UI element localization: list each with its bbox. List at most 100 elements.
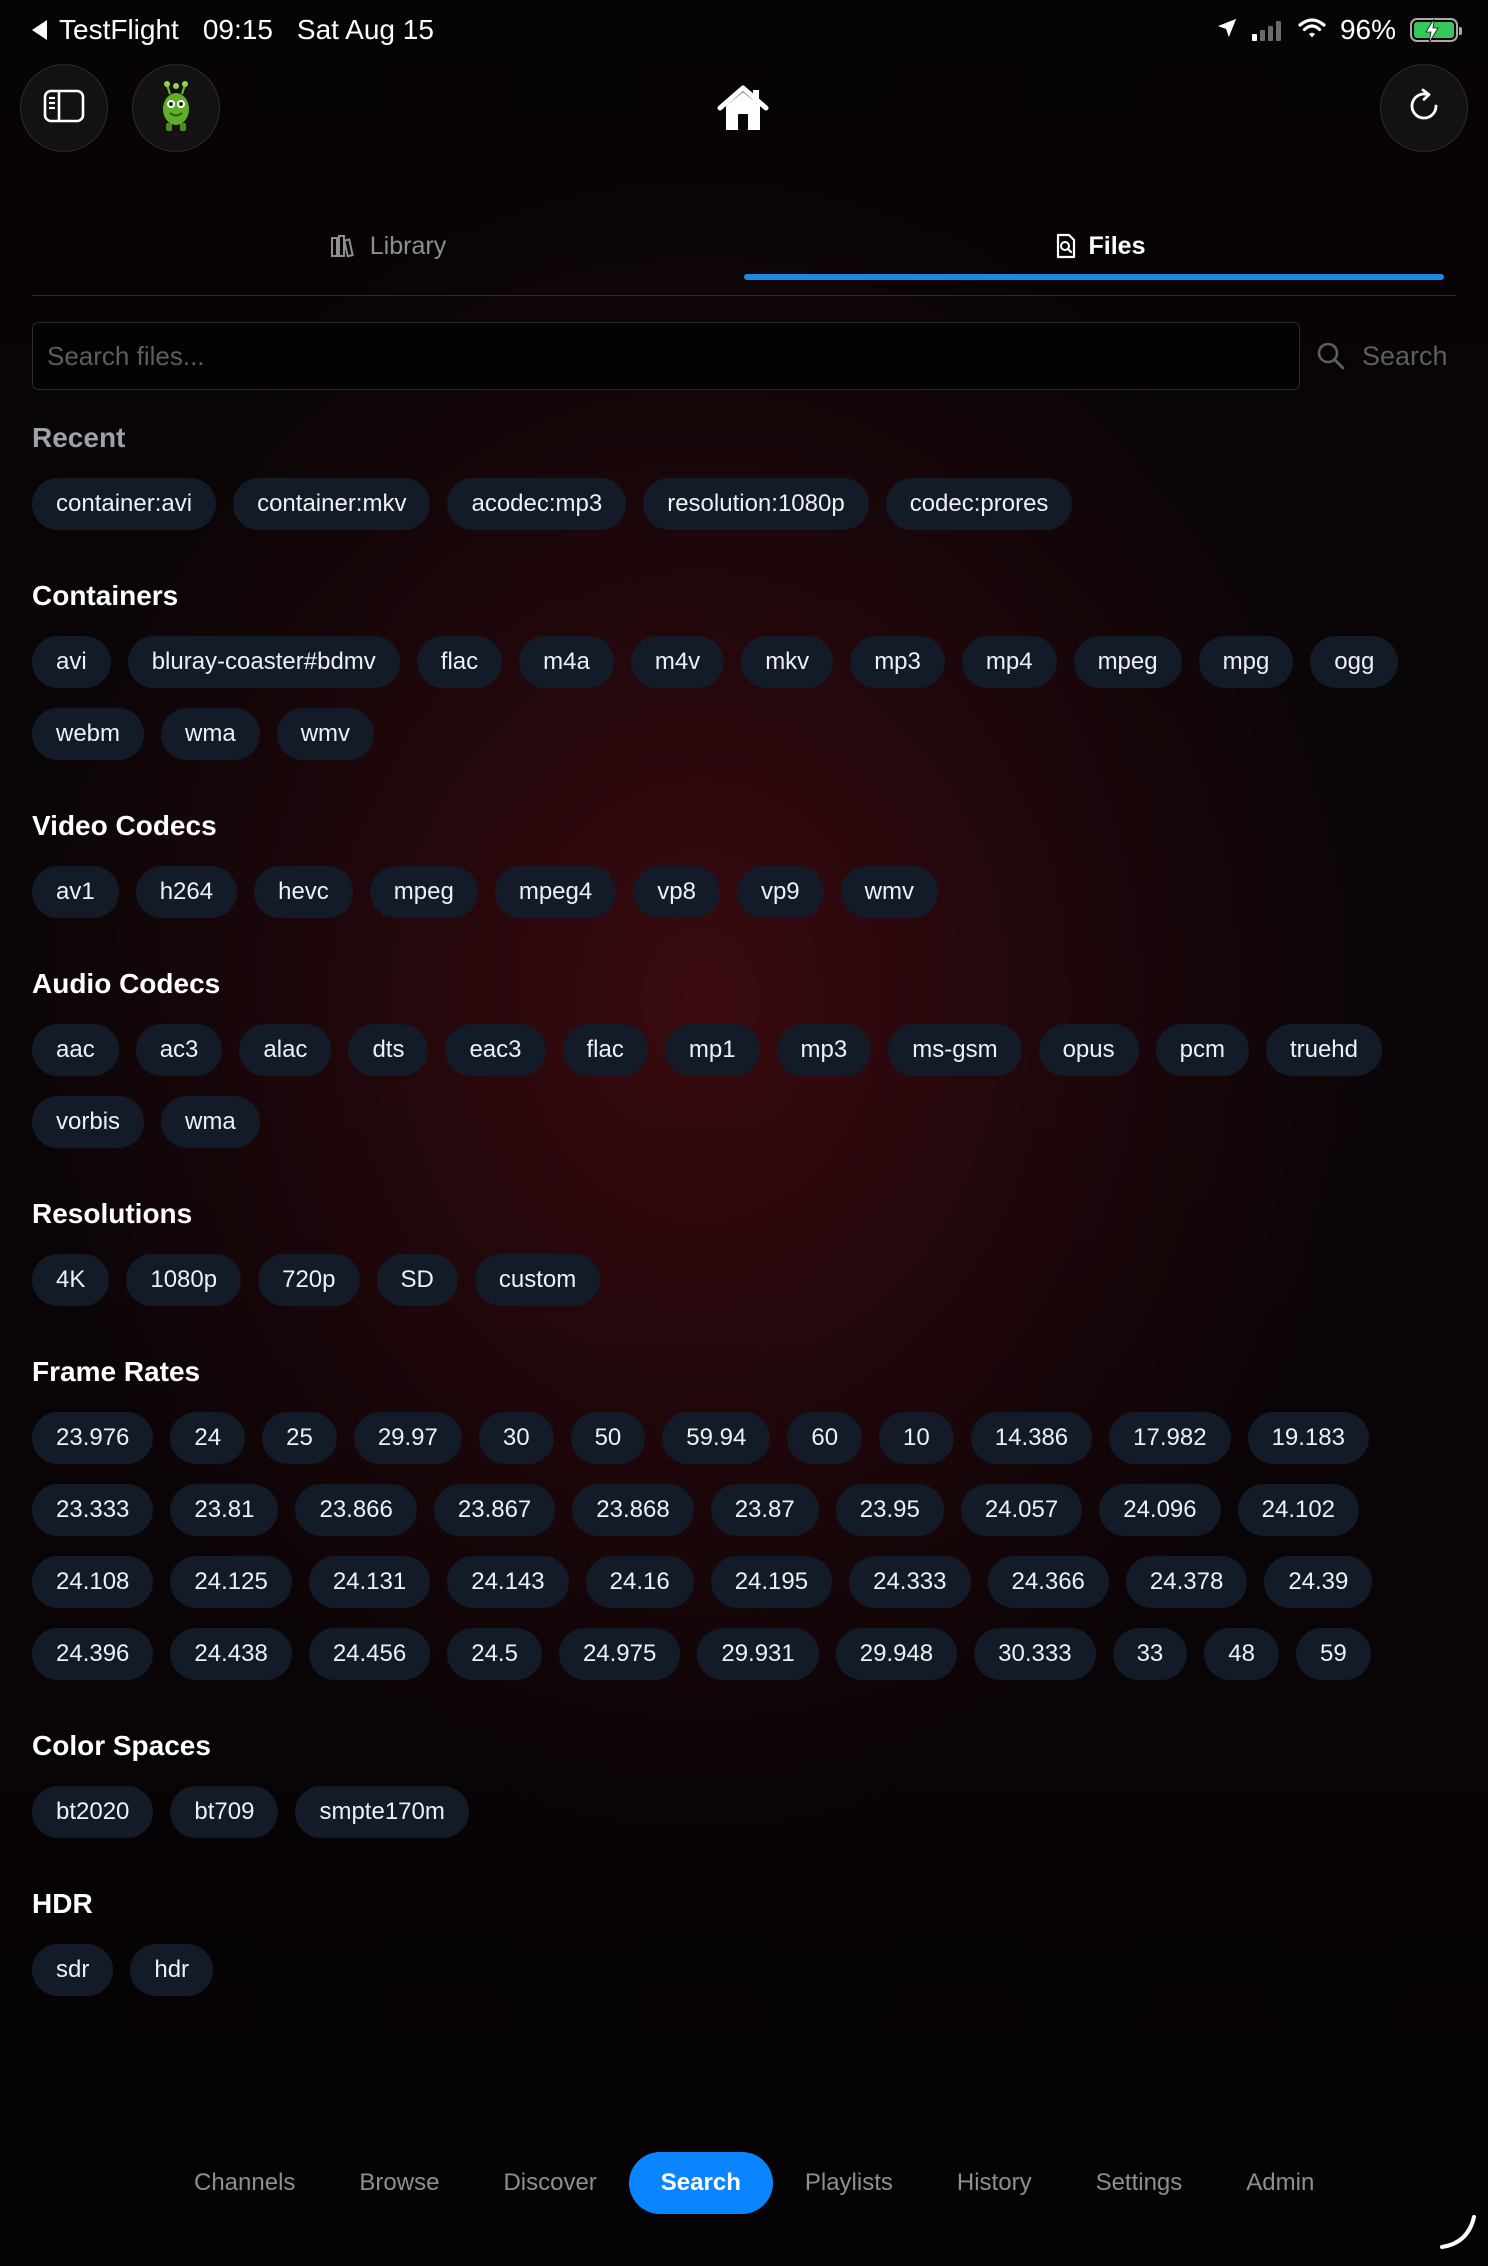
back-app-label[interactable]: TestFlight	[59, 14, 179, 46]
avatar-button[interactable]	[132, 64, 220, 152]
filter-chip[interactable]: resolution:1080p	[643, 478, 869, 530]
filter-chip[interactable]: 30.333	[974, 1628, 1096, 1680]
filter-chip[interactable]: 23.976	[32, 1412, 154, 1464]
filter-chip[interactable]: 24.131	[308, 1556, 431, 1608]
filter-chip[interactable]: wma	[161, 1096, 260, 1148]
filter-chip[interactable]: sdr	[32, 1944, 114, 1996]
filter-chip[interactable]: 1080p	[126, 1254, 242, 1306]
filter-chip[interactable]: 59	[1295, 1628, 1371, 1680]
filter-chip[interactable]: aac	[32, 1024, 119, 1076]
filter-chip[interactable]: mpeg4	[494, 866, 617, 918]
filter-chip[interactable]: wmv	[840, 866, 938, 918]
filter-chip[interactable]: 14.386	[970, 1412, 1093, 1464]
filter-chip[interactable]: 23.87	[710, 1484, 819, 1536]
filter-chip[interactable]: 23.867	[433, 1484, 556, 1536]
filter-chip[interactable]: bluray-coaster#bdmv	[127, 636, 400, 688]
filter-chip[interactable]: container:avi	[32, 478, 217, 530]
filter-chip[interactable]: ac3	[135, 1024, 223, 1076]
filter-chip[interactable]: opus	[1038, 1024, 1139, 1076]
filter-chip[interactable]: 24.366	[987, 1556, 1109, 1608]
filter-chip[interactable]: 50	[570, 1412, 646, 1464]
filter-chip[interactable]: 23.95	[835, 1484, 944, 1536]
filter-chip[interactable]: bt2020	[32, 1786, 154, 1838]
filter-chip[interactable]: dts	[348, 1024, 429, 1076]
filter-chip[interactable]: hevc	[254, 866, 353, 918]
filter-chip[interactable]: 24.333	[849, 1556, 971, 1608]
filter-chip[interactable]: 23.81	[170, 1484, 279, 1536]
filter-chip[interactable]: 29.931	[697, 1628, 819, 1680]
nav-channels[interactable]: Channels	[162, 2152, 327, 2214]
filter-chip[interactable]: 24.438	[170, 1628, 292, 1680]
nav-browse[interactable]: Browse	[327, 2152, 471, 2214]
sidebar-toggle-button[interactable]	[20, 64, 108, 152]
filter-chip[interactable]: vorbis	[32, 1096, 145, 1148]
filter-chip[interactable]: webm	[32, 708, 145, 760]
refresh-button[interactable]	[1380, 64, 1468, 152]
filter-chip[interactable]: 48	[1204, 1628, 1279, 1680]
nav-history[interactable]: History	[925, 2152, 1064, 2214]
filter-chip[interactable]: 24.5	[447, 1628, 542, 1680]
filter-chip[interactable]: 23.868	[572, 1484, 694, 1536]
filter-chip[interactable]: h264	[135, 866, 238, 918]
filter-chip[interactable]: 24.378	[1125, 1556, 1248, 1608]
filter-chip[interactable]: hdr	[130, 1944, 214, 1996]
filter-chip[interactable]: 24.108	[32, 1556, 154, 1608]
filter-chip[interactable]: container:mkv	[233, 478, 431, 530]
filter-chip[interactable]: 24.057	[960, 1484, 1083, 1536]
filter-chip[interactable]: mpg	[1198, 636, 1294, 688]
filter-chip[interactable]: 29.948	[835, 1628, 958, 1680]
filter-chip[interactable]: 24.39	[1264, 1556, 1373, 1608]
filter-chip[interactable]: 25	[262, 1412, 337, 1464]
filter-chip[interactable]: bt709	[170, 1786, 279, 1838]
filter-chip[interactable]: 24.143	[447, 1556, 569, 1608]
filter-chip[interactable]: 24.096	[1099, 1484, 1221, 1536]
filter-chip[interactable]: 24.456	[308, 1628, 431, 1680]
nav-admin[interactable]: Admin	[1214, 2152, 1346, 2214]
filter-chip[interactable]: 30	[478, 1412, 554, 1464]
nav-settings[interactable]: Settings	[1064, 2152, 1215, 2214]
tab-library[interactable]: Library	[32, 196, 744, 296]
filter-chip[interactable]: wma	[161, 708, 260, 760]
filter-chip[interactable]: vp9	[736, 866, 824, 918]
filter-chip[interactable]: 59.94	[662, 1412, 771, 1464]
filter-chip[interactable]: mp4	[961, 636, 1057, 688]
filter-chip[interactable]: codec:prores	[885, 478, 1073, 530]
filter-chip[interactable]: vp8	[633, 866, 720, 918]
back-arrow-icon[interactable]	[32, 20, 47, 40]
filter-chip[interactable]: 60	[787, 1412, 863, 1464]
filter-chip[interactable]: truehd	[1265, 1024, 1383, 1076]
filter-chip[interactable]: 720p	[258, 1254, 360, 1306]
filter-chip[interactable]: 24	[170, 1412, 246, 1464]
filter-chip[interactable]: mpeg	[1073, 636, 1182, 688]
filter-chip[interactable]: smpte170m	[295, 1786, 469, 1838]
filter-chip[interactable]: 19.183	[1247, 1412, 1369, 1464]
search-button[interactable]: Search	[1316, 322, 1448, 390]
filter-chip[interactable]: 24.396	[32, 1628, 154, 1680]
filter-chip[interactable]: mp3	[850, 636, 945, 688]
filter-chip[interactable]: wmv	[276, 708, 375, 760]
home-button[interactable]	[716, 84, 770, 139]
filter-chip[interactable]: flac	[416, 636, 503, 688]
filter-chip[interactable]: m4a	[519, 636, 614, 688]
search-input[interactable]	[32, 322, 1300, 390]
nav-playlists[interactable]: Playlists	[773, 2152, 925, 2214]
filter-chip[interactable]: mp1	[664, 1024, 760, 1076]
filter-chip[interactable]: 17.982	[1109, 1412, 1231, 1464]
filter-chip[interactable]: eac3	[445, 1024, 546, 1076]
tab-files[interactable]: Files	[744, 196, 1456, 296]
filter-chip[interactable]: flac	[562, 1024, 648, 1076]
filter-chip[interactable]: 24.125	[170, 1556, 292, 1608]
filter-chip[interactable]: acodec:mp3	[447, 478, 627, 530]
filter-chip[interactable]: ogg	[1310, 636, 1399, 688]
filter-chip[interactable]: av1	[32, 866, 119, 918]
filter-chip[interactable]: 4K	[32, 1254, 110, 1306]
nav-discover[interactable]: Discover	[471, 2152, 628, 2214]
filter-chip[interactable]: mpeg	[369, 866, 478, 918]
filter-chip[interactable]: mp3	[776, 1024, 872, 1076]
filter-chip[interactable]: SD	[376, 1254, 458, 1306]
filter-chip[interactable]: 24.975	[558, 1628, 681, 1680]
filter-chip[interactable]: 29.97	[353, 1412, 462, 1464]
filter-chip[interactable]: 24.195	[710, 1556, 833, 1608]
filter-chip[interactable]: avi	[32, 636, 111, 688]
filter-chip[interactable]: alac	[239, 1024, 332, 1076]
